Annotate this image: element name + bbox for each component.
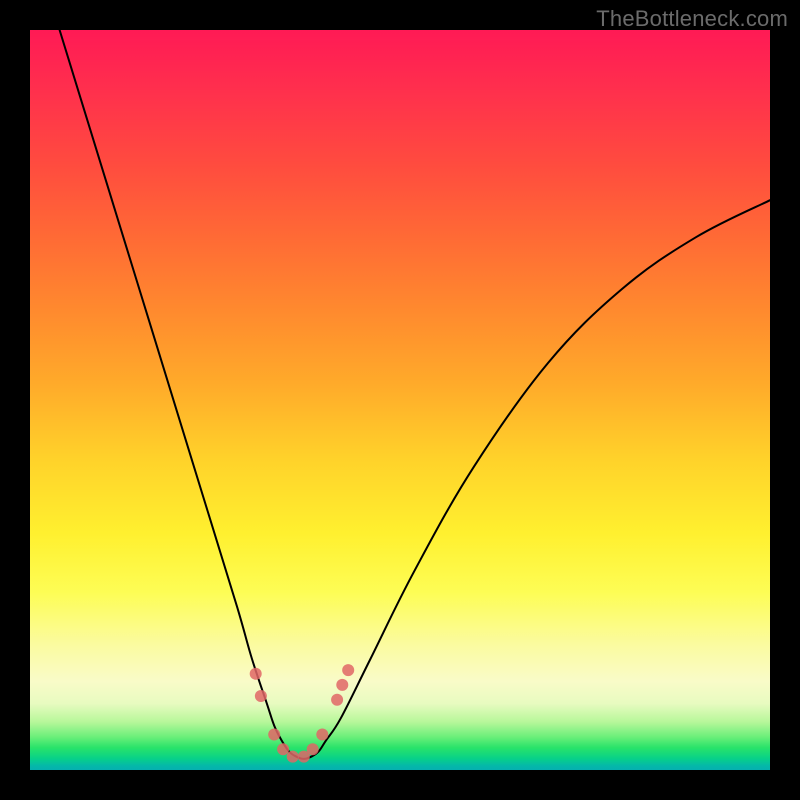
highlight-dot [342,664,354,676]
bottleneck-curve [60,30,770,759]
highlight-dot [255,690,267,702]
outer-frame: TheBottleneck.com [0,0,800,800]
watermark-text: TheBottleneck.com [596,6,788,32]
highlight-dot [277,743,289,755]
curve-layer [30,30,770,770]
highlight-dot [307,743,319,755]
plot-area [30,30,770,770]
highlight-dot [268,728,280,740]
highlight-dot [287,751,299,763]
highlight-dot [336,679,348,691]
highlight-dot [331,694,343,706]
highlight-dot [250,668,262,680]
highlight-dot [316,728,328,740]
